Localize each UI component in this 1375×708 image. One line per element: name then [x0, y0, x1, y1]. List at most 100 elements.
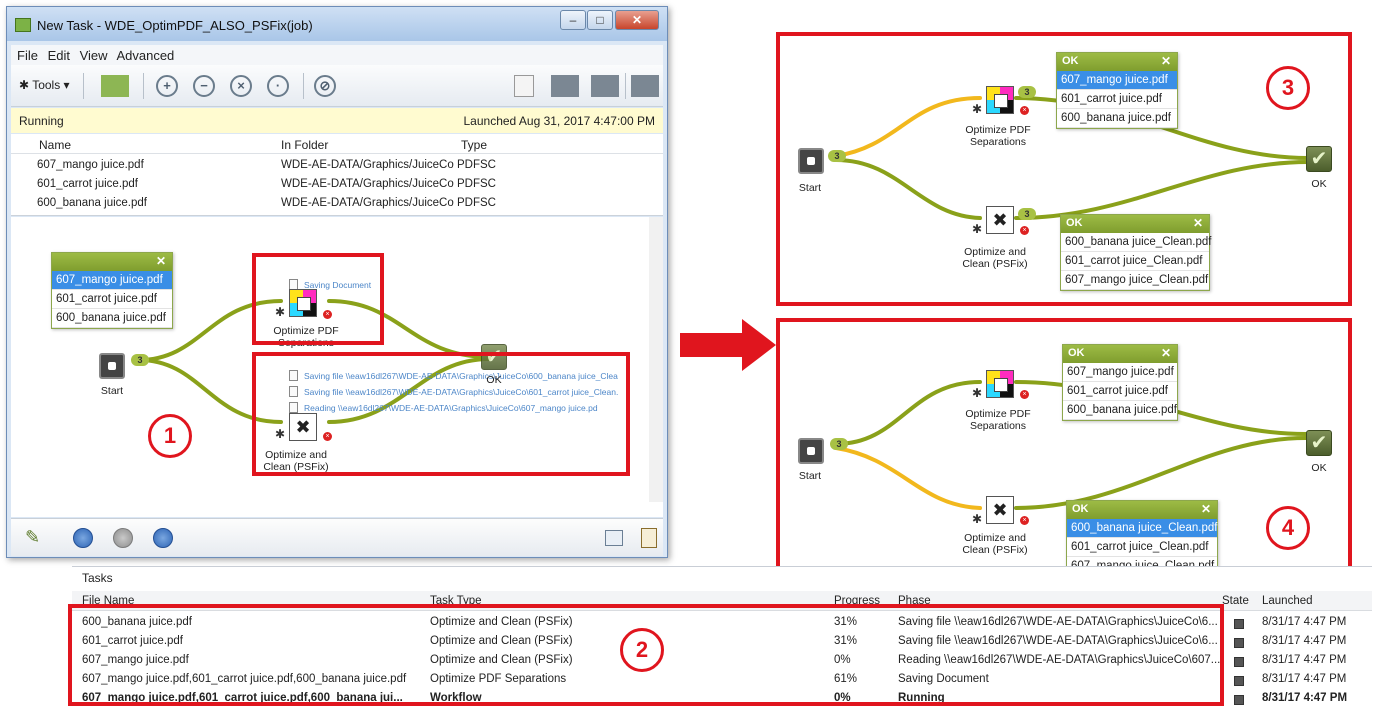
task-launched: 8/31/17 4:47 PM: [1262, 654, 1347, 666]
popup-item[interactable]: 601_carrot juice_Clean.pdf: [1067, 538, 1217, 557]
wire-to-clean: [834, 158, 982, 220]
move-first-icon[interactable]: [551, 75, 579, 97]
panel-3: 3 Start ✱ × 3 Optimize PDF Separations ✱…: [776, 32, 1352, 306]
col-launched[interactable]: Launched: [1262, 595, 1313, 607]
move-up-icon[interactable]: [591, 75, 619, 97]
stop-button[interactable]: [153, 528, 173, 548]
gear-icon: ✱: [972, 102, 983, 116]
highlight-optimize: [252, 253, 384, 345]
pause-button[interactable]: [73, 528, 93, 548]
popup-title: OK: [1062, 55, 1079, 67]
annotation-4: 4: [1266, 506, 1310, 550]
clean-label: Optimize and Clean (PSFix): [962, 246, 1028, 270]
file-type: PDFSC: [457, 197, 496, 209]
task-launched: 8/31/17 4:47 PM: [1262, 635, 1347, 647]
optimize-clean-node[interactable]: ✖: [986, 206, 1014, 234]
pencil-icon[interactable]: ✎: [25, 527, 40, 548]
zoom-out-icon[interactable]: −: [193, 75, 215, 97]
start-node[interactable]: [798, 148, 824, 174]
file-folder: WDE-AE-DATA/Graphics/JuiceCo: [281, 178, 454, 190]
clean-label: Optimize and Clean (PSFix): [962, 532, 1028, 556]
optimize-clean-node[interactable]: ✖: [986, 496, 1014, 524]
annotation-2: 2: [620, 628, 664, 672]
start-node[interactable]: [99, 353, 125, 379]
toolbar-separator: [303, 73, 304, 99]
error-icon: ×: [1020, 390, 1029, 399]
popup-title: OK: [1066, 217, 1083, 229]
ok-node[interactable]: ✔: [1306, 146, 1332, 172]
popup-title: OK: [1072, 503, 1089, 515]
task-launched: 8/31/17 4:47 PM: [1262, 692, 1348, 704]
task-launched: 8/31/17 4:47 PM: [1262, 673, 1347, 685]
col-name[interactable]: Name: [39, 138, 71, 152]
optimize-pdf-node[interactable]: [986, 86, 1014, 114]
popup-item[interactable]: 600_banana juice.pdf: [1063, 401, 1177, 420]
gear-icon: ✱: [972, 512, 983, 526]
close-icon[interactable]: ✕: [1161, 346, 1171, 360]
title-bar[interactable]: New Task - WDE_OptimPDF_ALSO_PSFix(job) …: [7, 7, 667, 41]
col-state[interactable]: State: [1222, 595, 1249, 607]
popup-item[interactable]: 601_carrot juice.pdf: [1063, 382, 1177, 401]
file-row[interactable]: 600_banana juice.pdf WDE-AE-DATA/Graphic…: [11, 194, 663, 213]
panel-4: 3 Start ✱ × Optimize PDF Separations ✱ ✖…: [776, 318, 1352, 580]
zoom-fit-icon[interactable]: ·: [267, 75, 289, 97]
layout-icon[interactable]: [605, 530, 623, 546]
clipboard-icon[interactable]: [641, 528, 657, 548]
popup-header: OK ✕: [1063, 345, 1177, 363]
tools-menu-button[interactable]: ✱ Tools ▾: [19, 78, 70, 92]
popup-item[interactable]: 607_mango juice_Clean.pdf: [1061, 271, 1209, 290]
bottom-toolbar: ✎: [11, 518, 663, 556]
popup-item[interactable]: 600_banana juice_Clean.pdf: [1061, 233, 1211, 252]
minimize-button[interactable]: –: [560, 10, 586, 30]
popup-item[interactable]: 600_banana juice.pdf: [52, 309, 172, 328]
error-icon: ×: [1020, 106, 1029, 115]
start-node[interactable]: [798, 438, 824, 464]
tasks-title: Tasks: [82, 571, 113, 585]
ok-files-popup[interactable]: OK ✕ 607_mango juice.pdf 601_carrot juice…: [1056, 52, 1178, 129]
maximize-button[interactable]: □: [587, 10, 613, 30]
gear-icon: ✱: [19, 78, 30, 92]
move-last-icon[interactable]: [631, 75, 659, 97]
col-type[interactable]: Type: [461, 138, 487, 152]
popup-header: OK ✕: [1067, 501, 1217, 519]
zoom-reset-icon[interactable]: ×: [230, 75, 252, 97]
menu-advanced[interactable]: Advanced: [116, 48, 174, 63]
popup-item[interactable]: 607_mango juice.pdf: [1063, 363, 1177, 382]
close-icon[interactable]: ✕: [1161, 54, 1171, 68]
zoom-in-icon[interactable]: +: [156, 75, 178, 97]
file-name: 607_mango juice.pdf: [37, 159, 144, 171]
popup-item[interactable]: 601_carrot juice.pdf: [52, 290, 172, 309]
menu-bar: File Edit View Advanced: [11, 45, 663, 65]
popup-item[interactable]: 600_banana juice.pdf: [1057, 109, 1177, 128]
ok-node[interactable]: ✔: [1306, 430, 1332, 456]
canvas-scrollbar[interactable]: [649, 217, 663, 502]
popup-item[interactable]: 607_mango juice.pdf: [1057, 71, 1177, 90]
window-title: New Task - WDE_OptimPDF_ALSO_PSFix(job): [37, 18, 313, 33]
export-excel-icon[interactable]: [101, 75, 129, 97]
status-text: Running: [19, 114, 64, 128]
cancel-icon[interactable]: ⊘: [314, 75, 336, 97]
optimize-label: Optimize PDF Separations: [965, 124, 1031, 148]
close-icon[interactable]: ✕: [1193, 216, 1203, 230]
popup-item[interactable]: 607_mango juice.pdf: [52, 271, 172, 290]
menu-edit[interactable]: Edit: [48, 48, 70, 63]
files-popup[interactable]: ✕ 607_mango juice.pdf 601_carrot juice.p…: [51, 252, 173, 329]
play-button[interactable]: [113, 528, 133, 548]
menu-view[interactable]: View: [80, 48, 108, 63]
close-button[interactable]: ✕: [615, 10, 659, 30]
close-icon[interactable]: ✕: [156, 254, 166, 268]
menu-file[interactable]: File: [17, 48, 38, 63]
file-row[interactable]: 601_carrot juice.pdf WDE-AE-DATA/Graphic…: [11, 175, 663, 194]
col-in-folder[interactable]: In Folder: [281, 138, 328, 152]
popup-item[interactable]: 601_carrot juice_Clean.pdf: [1061, 252, 1209, 271]
popup-item[interactable]: 601_carrot juice.pdf: [1057, 90, 1177, 109]
file-count-badge: 3: [1018, 86, 1036, 98]
file-row[interactable]: 607_mango juice.pdf WDE-AE-DATA/Graphics…: [11, 156, 663, 175]
popup-header: OK ✕: [1061, 215, 1209, 233]
document-icon[interactable]: [514, 75, 534, 97]
popup-item[interactable]: 600_banana juice_Clean.pdf: [1067, 519, 1217, 538]
close-icon[interactable]: ✕: [1201, 502, 1211, 516]
optimize-pdf-node[interactable]: [986, 370, 1014, 398]
ok-files-popup[interactable]: OK ✕ 607_mango juice.pdf 601_carrot juice…: [1062, 344, 1178, 421]
ok-clean-popup[interactable]: OK ✕ 600_banana juice_Clean.pdf 601_carro…: [1060, 214, 1211, 291]
